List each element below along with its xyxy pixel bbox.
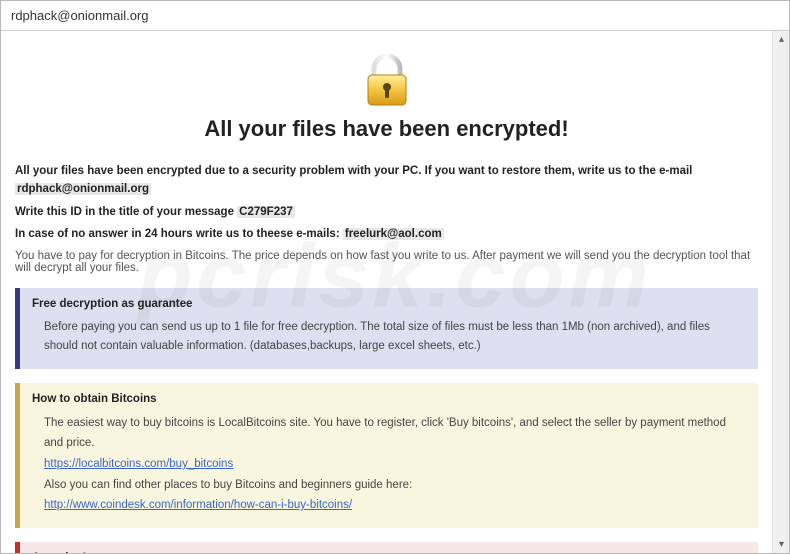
ransom-note-window: rdphack@onionmail.org xyxy=(0,0,790,554)
guarantee-title: Free decryption as guarantee xyxy=(32,298,744,310)
contact-email-2: freelurk@aol.com xyxy=(343,228,444,240)
obtain-line-1: The easiest way to buy bitcoins is Local… xyxy=(44,413,744,454)
intro-line1-text: All your files have been encrypted due t… xyxy=(15,165,692,177)
intro-line3-text: In case of no answer in 24 hours write u… xyxy=(15,228,343,240)
obtain-line-2: Also you can find other places to buy Bi… xyxy=(44,475,744,496)
content-area: All your files have been encrypted! All … xyxy=(1,31,772,553)
coindesk-link[interactable]: http://www.coindesk.com/information/how-… xyxy=(44,499,352,511)
window-title: rdphack@onionmail.org xyxy=(11,8,149,23)
intro-line-1: All your files have been encrypted due t… xyxy=(15,162,758,199)
intro-line-2: Write this ID in the title of your messa… xyxy=(15,203,758,221)
payment-info-line: You have to pay for decryption in Bitcoi… xyxy=(15,250,758,274)
page-heading: All your files have been encrypted! xyxy=(15,116,758,142)
intro-line-3: In case of no answer in 24 hours write u… xyxy=(15,225,758,243)
victim-id: C279F237 xyxy=(237,206,295,218)
guarantee-box: Free decryption as guarantee Before payi… xyxy=(15,288,758,369)
vertical-scrollbar[interactable]: ▴ ▾ xyxy=(772,31,789,553)
scroll-down-arrow-icon[interactable]: ▾ xyxy=(773,536,789,553)
obtain-bitcoins-box: How to obtain Bitcoins The easiest way t… xyxy=(15,383,758,528)
scroll-up-arrow-icon[interactable]: ▴ xyxy=(773,31,789,48)
obtain-title: How to obtain Bitcoins xyxy=(32,393,744,405)
obtain-body: The easiest way to buy bitcoins is Local… xyxy=(44,413,744,516)
titlebar[interactable]: rdphack@onionmail.org xyxy=(1,1,789,31)
contact-email-1: rdphack@onionmail.org xyxy=(15,183,151,195)
attention-box: Attention! Do not rename encrypted files… xyxy=(15,542,758,553)
intro-line2-text: Write this ID in the title of your messa… xyxy=(15,206,237,218)
guarantee-body: Before paying you can send us up to 1 fi… xyxy=(44,318,744,357)
lock-icon xyxy=(15,53,758,108)
content-wrapper: All your files have been encrypted! All … xyxy=(1,31,789,553)
attention-title: Attention! xyxy=(32,552,744,553)
localbitcoins-link[interactable]: https://localbitcoins.com/buy_bitcoins xyxy=(44,458,233,470)
